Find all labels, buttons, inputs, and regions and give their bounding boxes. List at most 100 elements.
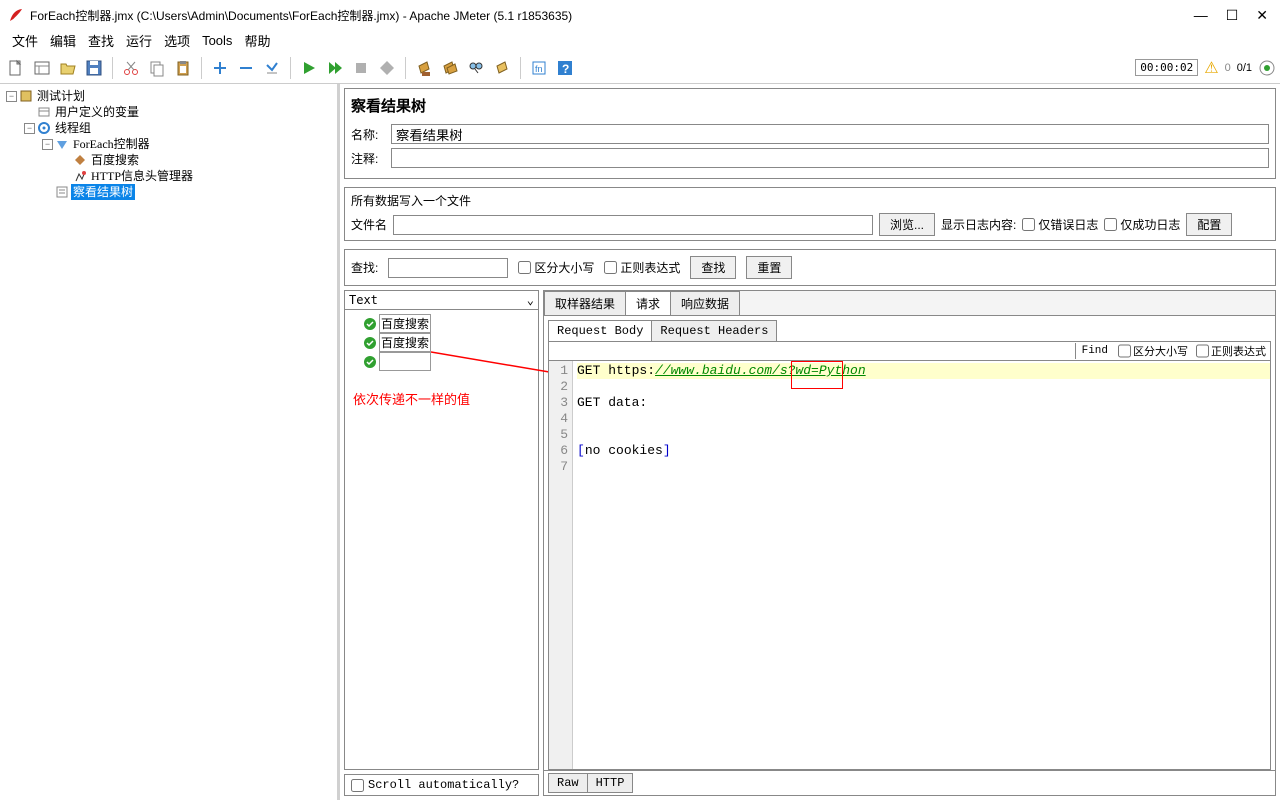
templates-button[interactable] (30, 56, 54, 80)
result-item[interactable]: 百度搜索 (379, 314, 431, 333)
find-case-checkbox[interactable]: 区分大小写 (1114, 342, 1192, 360)
subtab-request-body[interactable]: Request Body (548, 320, 652, 341)
success-icon (363, 336, 377, 350)
tree-toggle[interactable]: − (42, 139, 53, 150)
search-input[interactable] (388, 258, 508, 278)
panel-title: 察看结果树 (351, 95, 1269, 116)
app-icon (8, 7, 24, 23)
code-area[interactable]: 1234567 GET https://www.baidu.com/s?wd=P… (548, 361, 1271, 770)
search-button[interactable]: 查找 (690, 256, 736, 279)
tree-toggle[interactable]: − (6, 91, 17, 102)
success-icon (363, 317, 377, 331)
menu-run[interactable]: 运行 (120, 29, 158, 52)
regex-checkbox[interactable]: 正则表达式 (604, 259, 680, 276)
bottom-tabs: Raw HTTP (544, 770, 1275, 795)
results-tree-icon (55, 185, 69, 199)
maximize-button[interactable]: ☐ (1226, 7, 1239, 24)
btab-raw[interactable]: Raw (548, 773, 588, 793)
tree-node-variables[interactable]: 用户定义的变量 (53, 104, 141, 120)
tree-node-results[interactable]: 察看结果树 (71, 184, 135, 200)
filename-input[interactable] (393, 215, 873, 235)
code-content: GET https://www.baidu.com/s?wd=Python GE… (573, 361, 1270, 769)
active-threads-icon (1258, 59, 1276, 77)
warning-icon: ⚠ (1204, 58, 1218, 78)
thread-count: 0/1 (1237, 62, 1252, 74)
find-button[interactable]: Find (1075, 343, 1114, 359)
btab-http[interactable]: HTTP (587, 773, 634, 793)
tab-request[interactable]: 请求 (625, 291, 671, 315)
tab-sampler-result[interactable]: 取样器结果 (544, 291, 626, 315)
tree-node-baidu[interactable]: 百度搜索 (89, 152, 141, 168)
name-input[interactable] (391, 124, 1269, 144)
browse-button[interactable]: 浏览... (879, 213, 935, 236)
clear-button[interactable] (412, 56, 436, 80)
scroll-auto-checkbox[interactable]: Scroll automatically? (344, 774, 539, 796)
result-item-selected[interactable]: 百度搜索 (379, 352, 431, 371)
controller-icon (55, 137, 69, 151)
function-helper-button[interactable]: fn (527, 56, 551, 80)
reset-button[interactable]: 重置 (746, 256, 792, 279)
start-button[interactable] (297, 56, 321, 80)
window-title: ForEach控制器.jmx (C:\Users\Admin\Documents… (30, 7, 1194, 24)
menu-file[interactable]: 文件 (6, 29, 44, 52)
menu-help[interactable]: 帮助 (238, 29, 276, 52)
cut-button[interactable] (119, 56, 143, 80)
result-items[interactable]: 百度搜索 百度搜索 百度搜索 依次传递不一样的值 (344, 310, 539, 770)
name-label: 名称: (351, 126, 391, 143)
minimize-button[interactable]: — (1194, 7, 1208, 24)
render-selector[interactable]: Text⌄ (344, 290, 539, 310)
tree-node-testplan[interactable]: 测试计划 (35, 88, 87, 104)
tree-node-foreach[interactable]: ForEach控制器 (71, 136, 152, 152)
find-input[interactable] (549, 342, 1075, 360)
tree-node-threadgroup[interactable]: 线程组 (53, 120, 93, 136)
open-button[interactable] (56, 56, 80, 80)
case-checkbox[interactable]: 区分大小写 (518, 259, 594, 276)
result-item[interactable]: 百度搜索 (379, 333, 431, 352)
find-regex-checkbox[interactable]: 正则表达式 (1192, 342, 1270, 360)
configure-button[interactable]: 配置 (1186, 213, 1232, 236)
panel-header: 察看结果树 名称: 注释: (344, 88, 1276, 179)
help-button[interactable]: ? (553, 56, 577, 80)
stop-button[interactable] (349, 56, 373, 80)
new-button[interactable] (4, 56, 28, 80)
search-label: 查找: (351, 259, 378, 276)
search-icon-button[interactable] (464, 56, 488, 80)
test-plan-tree[interactable]: −测试计划 用户定义的变量 −线程组 −ForEach控制器 百度搜索 HTTP… (0, 84, 340, 800)
menu-tools[interactable]: Tools (196, 31, 238, 50)
shutdown-button[interactable] (375, 56, 399, 80)
tab-response[interactable]: 响应数据 (670, 291, 740, 315)
only-error-checkbox[interactable]: 仅错误日志 (1022, 216, 1098, 233)
only-success-checkbox[interactable]: 仅成功日志 (1104, 216, 1180, 233)
tree-node-headermgr[interactable]: HTTP信息头管理器 (89, 168, 195, 184)
menu-search[interactable]: 查找 (82, 29, 120, 52)
start-no-pause-button[interactable] (323, 56, 347, 80)
expand-button[interactable] (208, 56, 232, 80)
timer-display: 00:00:02 (1135, 59, 1198, 76)
comment-input[interactable] (391, 148, 1269, 168)
right-panel: 察看结果树 名称: 注释: 所有数据写入一个文件 文件名 浏览... 显示日志内… (340, 84, 1280, 800)
sub-tabs: Request Body Request Headers (544, 316, 1275, 341)
menu-options[interactable]: 选项 (158, 29, 196, 52)
close-button[interactable]: ✕ (1256, 7, 1268, 24)
toggle-button[interactable] (260, 56, 284, 80)
svg-text:?: ? (562, 62, 569, 76)
paste-button[interactable] (171, 56, 195, 80)
search-section: 查找: 区分大小写 正则表达式 查找 重置 (344, 249, 1276, 286)
save-button[interactable] (82, 56, 106, 80)
find-bar: Find 区分大小写 正则表达式 (548, 341, 1271, 361)
collapse-button[interactable] (234, 56, 258, 80)
subtab-request-headers[interactable]: Request Headers (651, 320, 777, 341)
testplan-icon (19, 89, 33, 103)
toolbar: fn ? 00:00:02 ⚠ 0 0/1 (0, 52, 1280, 84)
menu-edit[interactable]: 编辑 (44, 29, 82, 52)
annotation-text: 依次传递不一样的值 (349, 389, 534, 408)
highlight-box (791, 361, 843, 389)
reset-search-button[interactable] (490, 56, 514, 80)
detail-tabs: 取样器结果 请求 响应数据 (544, 291, 1275, 316)
copy-button[interactable] (145, 56, 169, 80)
detail-panel: 取样器结果 请求 响应数据 Request Body Request Heade… (543, 290, 1276, 796)
file-section: 所有数据写入一个文件 文件名 浏览... 显示日志内容: 仅错误日志 仅成功日志… (344, 187, 1276, 241)
filename-label: 文件名 (351, 216, 387, 233)
tree-toggle[interactable]: − (24, 123, 35, 134)
clear-all-button[interactable] (438, 56, 462, 80)
